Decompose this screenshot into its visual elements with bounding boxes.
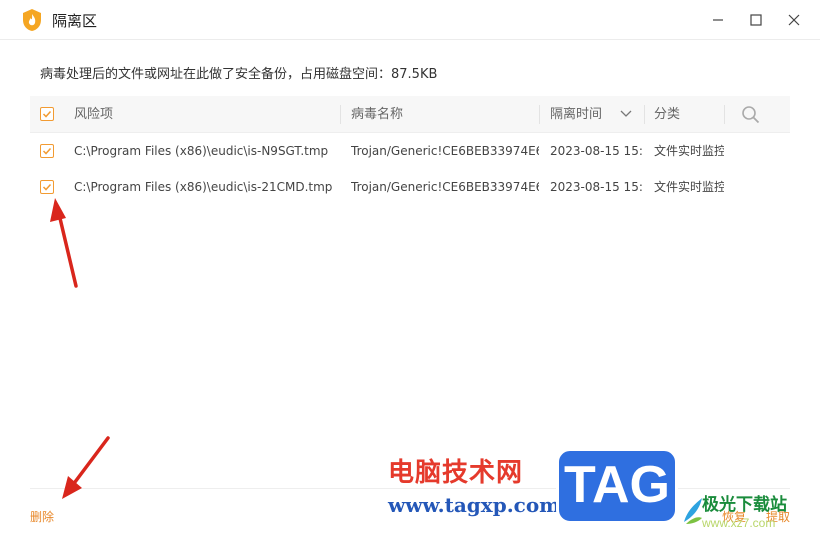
select-all-checkbox[interactable] — [40, 107, 54, 121]
window-title: 隔离区 — [52, 12, 98, 30]
shield-flame-icon — [23, 9, 41, 31]
category: 文件实时监控 — [654, 180, 724, 194]
quarantine-time: 2023-08-15 15:14 — [550, 180, 642, 194]
tag-logo-text: TAG — [564, 456, 670, 514]
virus-name: Trojan/Generic!CE6BEB33974E6D — [351, 180, 539, 194]
jiguang-site-name: 极光下载站 — [702, 495, 787, 515]
tag-logo: TAG — [556, 448, 678, 524]
table-row[interactable]: C:\Program Files (x86)\eudic\is-21CMD.tm… — [30, 169, 790, 205]
risk-path: C:\Program Files (x86)\eudic\is-21CMD.tm… — [74, 180, 333, 194]
category: 文件实时监控 — [654, 144, 724, 158]
maximize-icon[interactable] — [744, 8, 768, 32]
column-header-virus: 病毒名称 — [351, 107, 404, 122]
row-checkbox[interactable] — [40, 144, 54, 158]
risk-path: C:\Program Files (x86)\eudic\is-N9SGT.tm… — [74, 144, 329, 158]
quarantine-time: 2023-08-15 15:14 — [550, 144, 642, 158]
column-header-category: 分类 — [654, 107, 681, 122]
column-header-time[interactable]: 隔离时间 — [550, 96, 602, 133]
column-separator — [644, 105, 645, 124]
title-bar: 隔离区 — [0, 0, 820, 40]
quarantine-table: 风险项 病毒名称 隔离时间 分类 C:\Program Files (x86)\… — [30, 96, 790, 205]
column-header-risk: 风险项 — [74, 107, 114, 122]
minimize-icon[interactable] — [706, 8, 730, 32]
watermark-site-name: 电脑技术网 — [388, 458, 524, 488]
check-icon — [42, 110, 52, 118]
chevron-down-icon[interactable] — [620, 109, 632, 119]
check-icon — [42, 147, 52, 155]
close-icon[interactable] — [782, 8, 806, 32]
delete-button[interactable]: 删除 — [30, 508, 54, 525]
table-header: 风险项 病毒名称 隔离时间 分类 — [30, 96, 790, 133]
row-checkbox[interactable] — [40, 180, 54, 194]
column-separator — [539, 105, 540, 124]
watermark-site-url: www.tagxp.com — [388, 493, 561, 517]
check-icon — [42, 183, 52, 191]
search-icon[interactable] — [741, 105, 761, 125]
jiguang-site-url: www.xz7.com — [702, 516, 776, 530]
column-separator — [340, 105, 341, 124]
column-separator — [724, 105, 725, 124]
table-row[interactable]: C:\Program Files (x86)\eudic\is-N9SGT.tm… — [30, 133, 790, 169]
backup-info-text: 病毒处理后的文件或网址在此做了安全备份，占用磁盘空间：87.5KB — [40, 67, 438, 82]
virus-name: Trojan/Generic!CE6BEB33974E6D — [351, 144, 539, 158]
